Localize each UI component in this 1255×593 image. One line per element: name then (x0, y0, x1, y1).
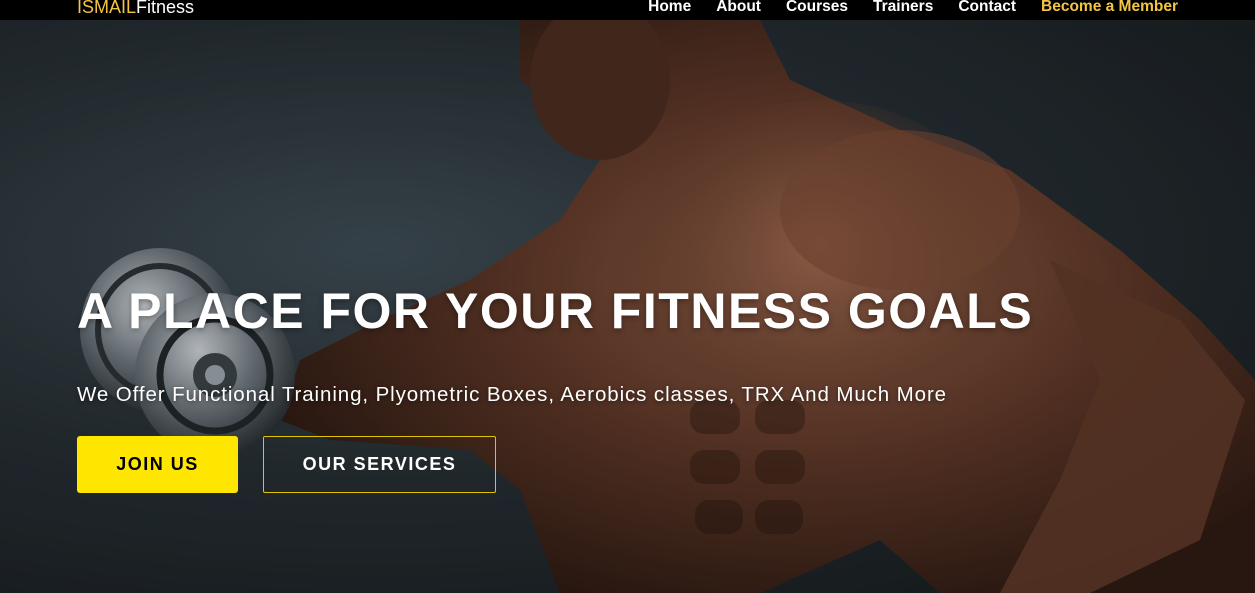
top-navbar: ISMAILFitness Home About Courses Trainer… (0, 0, 1255, 20)
nav-link-about[interactable]: About (716, 0, 761, 17)
nav-link-courses[interactable]: Courses (786, 0, 848, 17)
hero-section: A PLACE FOR YOUR FITNESS GOALS We Offer … (0, 20, 1255, 593)
hero-title: A PLACE FOR YOUR FITNESS GOALS (77, 283, 1034, 339)
nav-menu: Home About Courses Trainers Contact Beco… (623, 0, 1178, 17)
join-us-button[interactable]: JOIN US (77, 436, 238, 493)
nav-link-contact[interactable]: Contact (958, 0, 1016, 17)
brand-logo[interactable]: ISMAILFitness (77, 0, 194, 18)
brand-name-main: Fitness (136, 0, 195, 17)
nav-link-trainers[interactable]: Trainers (873, 0, 933, 17)
our-services-button[interactable]: OUR SERVICES (263, 436, 496, 493)
nav-link-become-member[interactable]: Become a Member (1041, 0, 1178, 17)
nav-link-home[interactable]: Home (648, 0, 691, 17)
brand-name-accent: ISMAIL (77, 0, 137, 17)
hero-subtitle: We Offer Functional Training, Plyometric… (77, 383, 947, 406)
page: ISMAILFitness Home About Courses Trainer… (0, 0, 1255, 593)
